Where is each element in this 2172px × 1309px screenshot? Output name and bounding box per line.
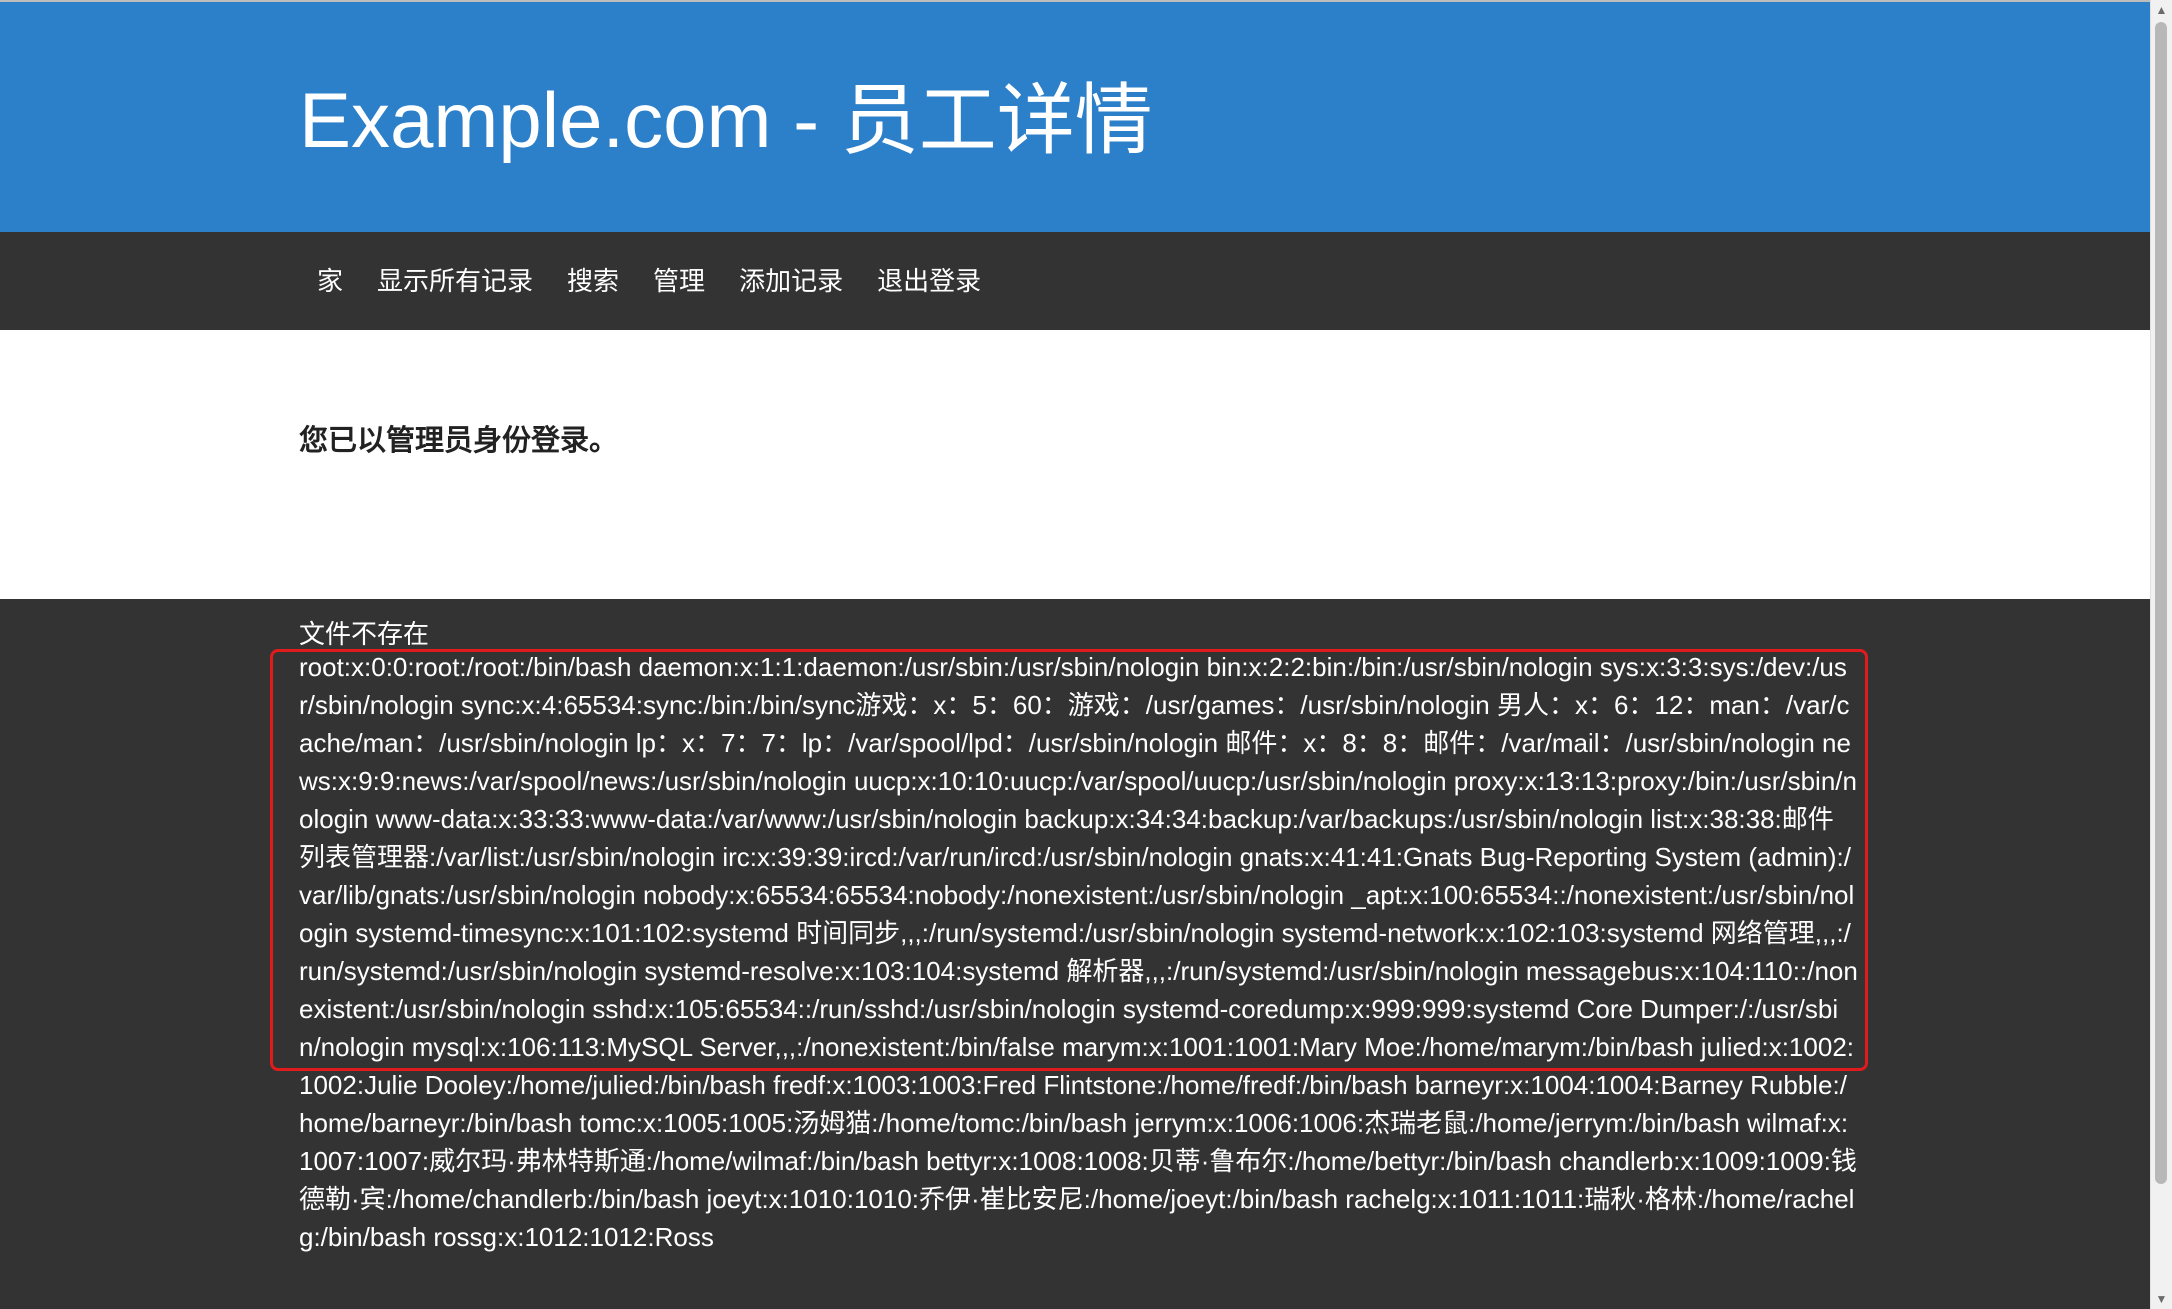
nav-link-logout[interactable]: 退出登录 <box>860 261 998 301</box>
scrollbar-thumb[interactable] <box>2155 22 2167 1184</box>
file-not-found-message: 文件不存在 <box>299 619 430 649</box>
login-status-message: 您已以管理员身份登录。 <box>299 425 619 457</box>
main-content: 您已以管理员身份登录。 <box>0 330 2150 599</box>
nav-link-home[interactable]: 家 <box>300 261 360 301</box>
footer: 文件不存在 root:x:0:0:root:/root:/bin/bash da… <box>0 599 2150 1309</box>
scroll-down-arrow-icon[interactable]: ▼ <box>2151 1289 2172 1309</box>
page: Example.com - 员工详情 家 显示所有记录 搜索 管理 添加记录 退… <box>0 0 2172 1309</box>
site-header: Example.com - 员工详情 <box>0 0 2150 232</box>
main-nav: 家 显示所有记录 搜索 管理 添加记录 退出登录 <box>0 232 2150 330</box>
nav-link-add-record[interactable]: 添加记录 <box>722 261 860 301</box>
nav-link-search[interactable]: 搜索 <box>550 261 636 301</box>
nav-item-show-all: 显示所有记录 <box>360 261 550 301</box>
nav-list: 家 显示所有记录 搜索 管理 添加记录 退出登录 <box>300 232 998 330</box>
scroll-up-arrow-icon[interactable]: ▲ <box>2151 0 2172 20</box>
site-title: Example.com - 员工详情 <box>299 76 1153 164</box>
vertical-scrollbar[interactable]: ▲ ▼ <box>2150 0 2172 1309</box>
nav-link-show-all-records[interactable]: 显示所有记录 <box>360 261 550 301</box>
included-file-output: root:x:0:0:root:/root:/bin/bash daemon:x… <box>299 652 1858 1252</box>
nav-item-add-record: 添加记录 <box>722 261 860 301</box>
browser-viewport: Example.com - 员工详情 家 显示所有记录 搜索 管理 添加记录 退… <box>0 0 2150 1309</box>
nav-link-manage[interactable]: 管理 <box>636 261 722 301</box>
nav-item-logout: 退出登录 <box>860 261 998 301</box>
nav-item-manage: 管理 <box>636 261 722 301</box>
nav-item-home: 家 <box>300 261 360 301</box>
nav-item-search: 搜索 <box>550 261 636 301</box>
